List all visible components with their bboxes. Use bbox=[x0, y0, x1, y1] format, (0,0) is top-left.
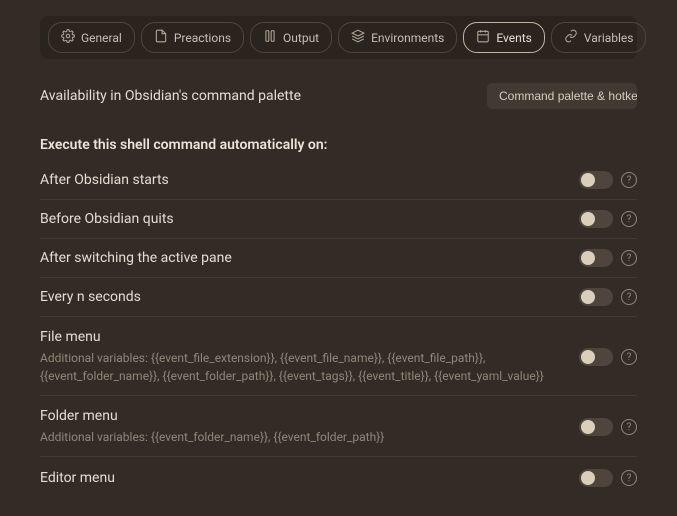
toggle-after-switch-pane[interactable] bbox=[579, 249, 613, 267]
toggle-before-quits[interactable] bbox=[579, 210, 613, 228]
layers-icon bbox=[351, 29, 365, 46]
help-icon[interactable]: ? bbox=[621, 211, 637, 227]
link-icon bbox=[564, 29, 578, 46]
file-icon bbox=[154, 29, 168, 46]
availability-dropdown[interactable]: Command palette & hotkeys bbox=[487, 83, 637, 109]
event-every-n-seconds: Every n seconds ? bbox=[40, 278, 637, 317]
event-file-menu: File menu Additional variables: {{event_… bbox=[40, 317, 637, 396]
output-icon bbox=[263, 29, 277, 46]
tab-output[interactable]: Output bbox=[250, 22, 332, 53]
event-folder-menu: Folder menu Additional variables: {{even… bbox=[40, 396, 637, 457]
help-icon[interactable]: ? bbox=[621, 250, 637, 266]
event-before-quits: Before Obsidian quits ? bbox=[40, 200, 637, 239]
gear-icon bbox=[61, 29, 75, 46]
event-subtitle: Additional variables: {{event_file_exten… bbox=[40, 349, 563, 385]
help-icon[interactable]: ? bbox=[621, 172, 637, 188]
event-subtitle: Additional variables: {{event_folder_nam… bbox=[40, 428, 563, 446]
tabs-bar: General Preactions Output Environments E… bbox=[40, 16, 637, 59]
help-icon[interactable]: ? bbox=[621, 289, 637, 305]
availability-row: Availability in Obsidian's command palet… bbox=[40, 73, 637, 119]
tab-environments[interactable]: Environments bbox=[338, 22, 457, 53]
event-title: Folder menu bbox=[40, 408, 563, 424]
tab-label: General bbox=[81, 31, 122, 45]
event-title: Editor menu bbox=[40, 470, 563, 486]
tab-label: Events bbox=[496, 31, 532, 45]
tab-preactions[interactable]: Preactions bbox=[141, 22, 244, 53]
tab-general[interactable]: General bbox=[48, 22, 135, 53]
event-title: Every n seconds bbox=[40, 289, 563, 305]
toggle-folder-menu[interactable] bbox=[579, 418, 613, 436]
tab-variables[interactable]: Variables bbox=[551, 22, 647, 53]
tab-label: Preactions bbox=[174, 31, 231, 45]
tab-label: Environments bbox=[371, 31, 444, 45]
tab-label: Output bbox=[283, 31, 319, 45]
calendar-icon bbox=[476, 29, 490, 46]
toggle-every-n-seconds[interactable] bbox=[579, 288, 613, 306]
event-title: After switching the active pane bbox=[40, 250, 563, 266]
event-after-starts: After Obsidian starts ? bbox=[40, 161, 637, 200]
tab-events[interactable]: Events bbox=[463, 22, 545, 53]
event-editor-menu: Editor menu ? bbox=[40, 457, 637, 497]
help-icon[interactable]: ? bbox=[621, 349, 637, 365]
toggle-after-starts[interactable] bbox=[579, 171, 613, 189]
toggle-file-menu[interactable] bbox=[579, 348, 613, 366]
toggle-editor-menu[interactable] bbox=[579, 469, 613, 487]
event-after-switch-pane: After switching the active pane ? bbox=[40, 239, 637, 278]
availability-label: Availability in Obsidian's command palet… bbox=[40, 88, 301, 104]
event-title: File menu bbox=[40, 329, 563, 345]
help-icon[interactable]: ? bbox=[621, 419, 637, 435]
event-title: Before Obsidian quits bbox=[40, 211, 563, 227]
settings-content: Availability in Obsidian's command palet… bbox=[0, 59, 677, 497]
section-header: Execute this shell command automatically… bbox=[40, 119, 637, 161]
tab-label: Variables bbox=[584, 31, 634, 45]
help-icon[interactable]: ? bbox=[621, 470, 637, 486]
event-title: After Obsidian starts bbox=[40, 172, 563, 188]
